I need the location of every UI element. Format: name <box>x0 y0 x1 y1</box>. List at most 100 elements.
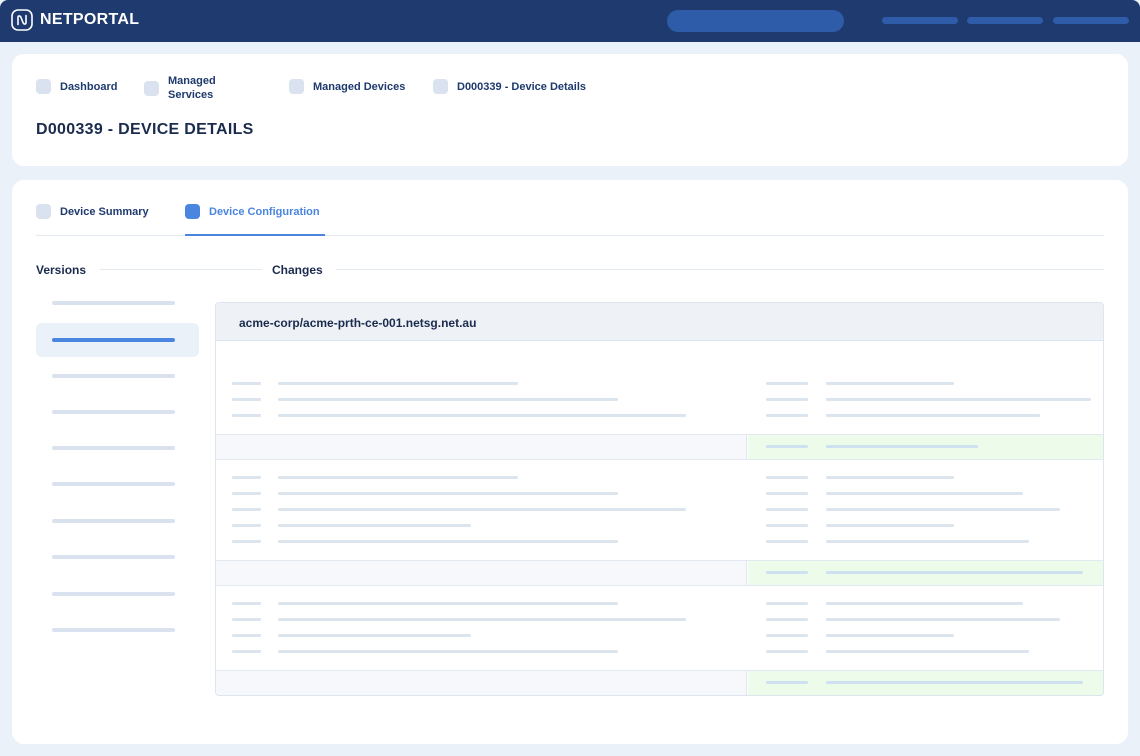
line-number <box>232 398 261 401</box>
code-line <box>826 540 1029 543</box>
line-number <box>766 571 808 574</box>
page-title: D000339 - DEVICE DETAILS <box>36 121 254 138</box>
line-number <box>232 524 261 527</box>
version-item[interactable] <box>36 359 199 393</box>
tab-label: Device Configuration <box>209 206 320 218</box>
breadcrumb-label: Managed Devices <box>313 80 406 93</box>
tab-label: Device Summary <box>60 206 149 218</box>
code-line <box>826 398 1091 401</box>
netportal-logo-icon <box>11 9 33 31</box>
version-placeholder <box>52 519 175 523</box>
line-number <box>766 602 808 605</box>
version-item[interactable] <box>36 504 199 538</box>
code-line <box>278 398 618 401</box>
breadcrumb-dashboard[interactable]: Dashboard <box>36 79 117 94</box>
line-number <box>232 476 261 479</box>
version-item[interactable] <box>36 286 199 320</box>
diff-hunk-added <box>748 561 1103 585</box>
code-line <box>826 650 1029 653</box>
search-bar[interactable] <box>667 10 844 32</box>
code-line <box>278 414 686 417</box>
code-line <box>826 476 954 479</box>
breadcrumb-label: D000339 - Device Details <box>457 80 587 93</box>
diff-hunk-old <box>216 561 747 585</box>
line-number <box>766 524 808 527</box>
device-details-icon <box>433 79 448 94</box>
code-line <box>278 634 471 637</box>
device-configuration-icon <box>185 204 200 219</box>
code-line <box>278 540 618 543</box>
version-item[interactable] <box>36 613 199 647</box>
diff-file-name: acme-corp/acme-prth-ce-001.netsg.net.au <box>239 316 477 330</box>
tab-device-configuration[interactable]: Device Configuration <box>185 204 325 236</box>
line-number <box>766 681 808 684</box>
top-nav-bar: NETPORTAL <box>0 0 1140 42</box>
version-placeholder <box>52 338 175 342</box>
version-item[interactable] <box>36 431 199 465</box>
device-summary-icon <box>36 204 51 219</box>
breadcrumb-label: Dashboard <box>60 80 118 93</box>
line-number <box>766 398 808 401</box>
breadcrumb-managed-devices[interactable]: Managed Devices <box>289 79 405 94</box>
diff-hunk-added <box>748 435 1103 459</box>
version-placeholder <box>52 628 175 632</box>
version-item[interactable] <box>36 540 199 574</box>
line-number <box>766 634 808 637</box>
dashboard-icon <box>36 79 51 94</box>
version-item[interactable] <box>36 467 199 501</box>
logo[interactable]: NETPORTAL <box>11 9 139 31</box>
line-number <box>766 414 808 417</box>
line-number <box>232 618 261 621</box>
app-name: NETPORTAL <box>40 11 140 28</box>
code-line <box>826 492 1023 495</box>
line-number <box>232 540 261 543</box>
line-number <box>766 508 808 511</box>
top-nav-link[interactable] <box>1053 17 1129 24</box>
top-nav-link[interactable] <box>882 17 958 24</box>
version-placeholder <box>52 446 175 450</box>
diff-panel: acme-corp/acme-prth-ce-001.netsg.net.au <box>215 302 1104 696</box>
diff-hunk-old <box>216 671 747 695</box>
top-nav-link[interactable] <box>967 17 1043 24</box>
version-item-selected[interactable] <box>36 323 199 357</box>
version-placeholder <box>52 592 175 596</box>
device-configuration-card: Device Summary Device Configuration Vers… <box>12 180 1128 744</box>
code-line <box>826 602 1023 605</box>
code-line <box>826 571 1083 574</box>
line-number <box>766 476 808 479</box>
breadcrumb-managed-services[interactable]: Managed Services <box>144 74 228 102</box>
code-line <box>278 492 618 495</box>
code-line <box>278 602 618 605</box>
version-placeholder <box>52 482 175 486</box>
managed-devices-icon <box>289 79 304 94</box>
code-line <box>826 524 954 527</box>
line-number <box>232 382 261 385</box>
breadcrumb-device-details[interactable]: D000339 - Device Details <box>433 79 586 94</box>
diff-hunk <box>216 670 1103 695</box>
code-line <box>826 681 1083 684</box>
code-line <box>826 382 954 385</box>
code-line <box>826 445 978 448</box>
code-line <box>278 476 518 479</box>
divider <box>100 269 262 270</box>
diff-hunk-added <box>748 671 1103 695</box>
tab-device-summary[interactable]: Device Summary <box>36 204 149 236</box>
version-placeholder <box>52 410 175 414</box>
code-line <box>278 382 518 385</box>
line-number <box>766 650 808 653</box>
version-item[interactable] <box>36 577 199 611</box>
diff-hunk <box>216 434 1103 460</box>
code-line <box>278 650 618 653</box>
line-number <box>766 540 808 543</box>
code-line <box>278 524 471 527</box>
breadcrumb-label: Managed Services <box>168 75 216 101</box>
line-number <box>232 414 261 417</box>
tab-bar: Device Summary Device Configuration <box>36 204 1104 236</box>
diff-hunk-old <box>216 435 747 459</box>
version-item[interactable] <box>36 395 199 429</box>
diff-file-header: acme-corp/acme-prth-ce-001.netsg.net.au <box>216 303 1103 341</box>
diff-hunk <box>216 560 1103 586</box>
line-number <box>232 650 261 653</box>
code-line <box>826 508 1060 511</box>
code-line <box>826 634 954 637</box>
